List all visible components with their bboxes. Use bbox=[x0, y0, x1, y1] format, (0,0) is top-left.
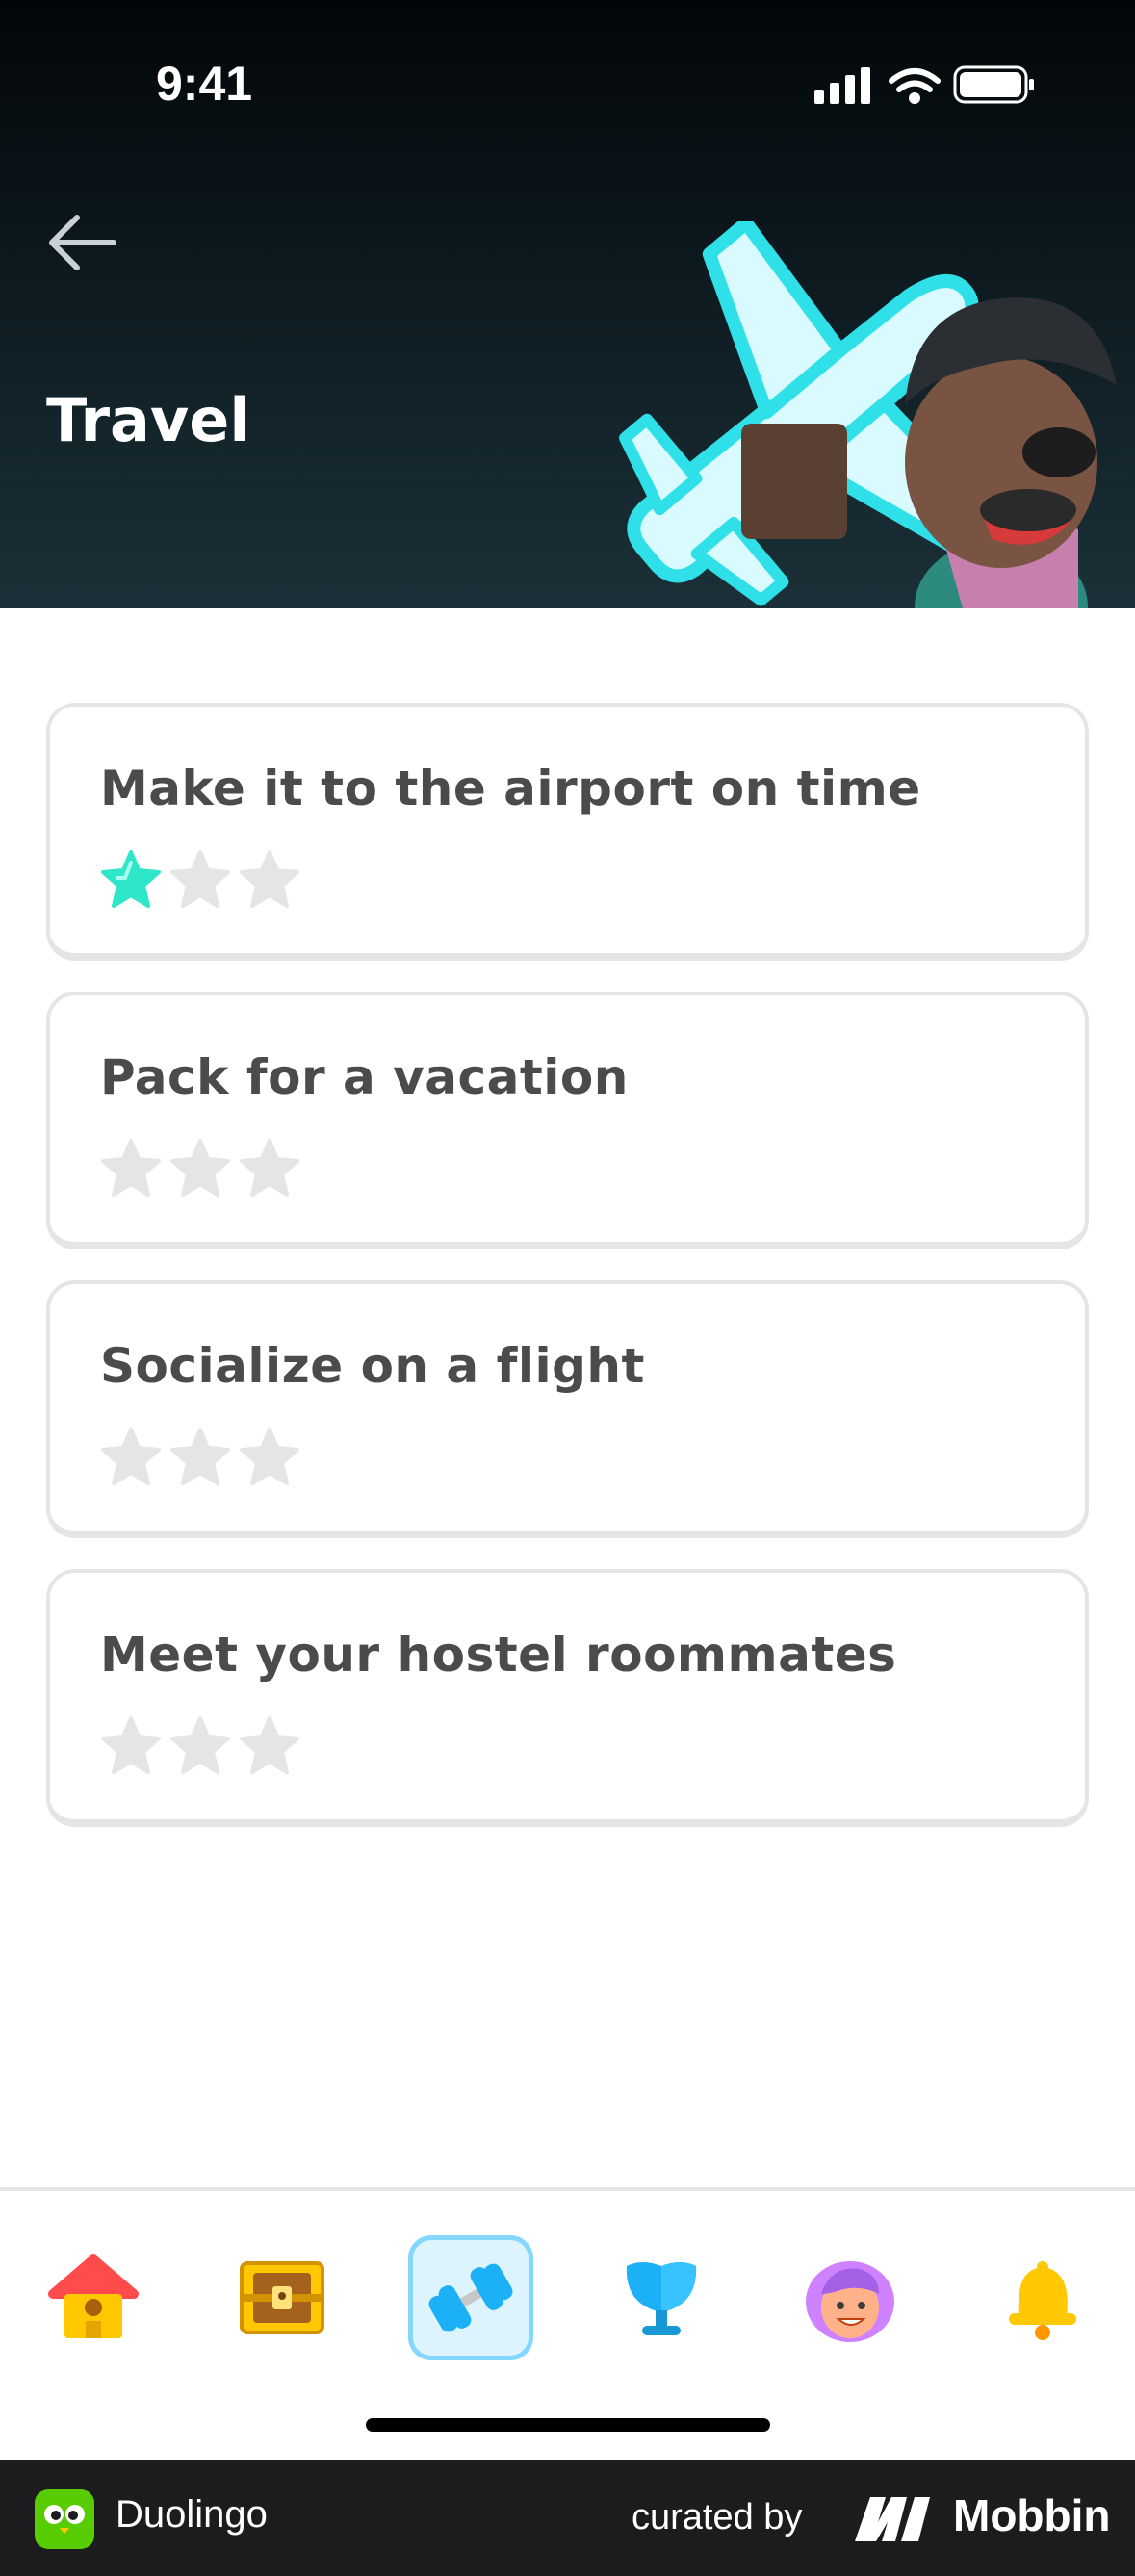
mobbin-logo-icon bbox=[855, 2497, 930, 2541]
star-empty-icon bbox=[170, 850, 230, 908]
star-empty-icon bbox=[240, 1716, 299, 1774]
back-arrow-icon[interactable] bbox=[46, 212, 117, 273]
airplane-character-illustration bbox=[619, 221, 1117, 608]
tab-leaderboard[interactable] bbox=[599, 2235, 724, 2360]
page-title: Travel bbox=[46, 385, 250, 455]
treasure-chest-icon bbox=[240, 2261, 324, 2334]
tab-notifications[interactable] bbox=[980, 2235, 1105, 2360]
trophy-icon bbox=[626, 2262, 697, 2335]
wifi-icon bbox=[889, 68, 941, 104]
dumbbell-icon bbox=[428, 2263, 513, 2332]
bell-icon bbox=[1009, 2261, 1076, 2340]
footer-curated-by: curated by bbox=[632, 2497, 803, 2537]
battery-icon bbox=[953, 65, 1034, 104]
star-empty-icon bbox=[101, 1139, 161, 1197]
star-empty-icon bbox=[240, 850, 299, 908]
topic-list: Make it to the airport on time Pack for … bbox=[46, 703, 1089, 1858]
star-rating bbox=[100, 1427, 300, 1486]
star-empty-icon bbox=[101, 1428, 161, 1485]
signal-icon bbox=[814, 67, 870, 104]
tab-practice[interactable] bbox=[408, 2235, 533, 2360]
tab-chest[interactable] bbox=[219, 2235, 345, 2360]
home-indicator bbox=[366, 2418, 770, 2432]
footer-bar: Duolingo curated by Mobbin bbox=[0, 2460, 1135, 2576]
header: 9:41 Travel bbox=[0, 0, 1135, 608]
topic-card[interactable]: Socialize on a flight bbox=[46, 1280, 1089, 1538]
star-empty-icon bbox=[170, 1428, 230, 1485]
status-time: 9:41 bbox=[156, 57, 253, 111]
star-empty-icon bbox=[101, 1716, 161, 1774]
star-empty-icon bbox=[170, 1716, 230, 1774]
tab-home[interactable] bbox=[31, 2235, 156, 2360]
star-filled-icon bbox=[101, 850, 161, 908]
topic-title: Make it to the airport on time bbox=[100, 760, 921, 816]
topic-card[interactable]: Meet your hostel roommates bbox=[46, 1569, 1089, 1827]
footer-brand: Mobbin bbox=[953, 2490, 1111, 2540]
footer-app-name: Duolingo bbox=[116, 2493, 268, 2536]
home-icon bbox=[48, 2254, 139, 2338]
star-rating bbox=[100, 1715, 300, 1775]
star-empty-icon bbox=[240, 1139, 299, 1197]
profile-avatar-icon bbox=[806, 2261, 894, 2342]
star-empty-icon bbox=[240, 1428, 299, 1485]
topic-title: Socialize on a flight bbox=[100, 1338, 645, 1394]
duolingo-logo-icon bbox=[35, 2489, 94, 2549]
topic-card[interactable]: Make it to the airport on time bbox=[46, 703, 1089, 961]
star-rating bbox=[100, 1138, 300, 1198]
topic-card[interactable]: Pack for a vacation bbox=[46, 992, 1089, 1249]
topic-title: Pack for a vacation bbox=[100, 1049, 629, 1105]
status-icons bbox=[814, 65, 1034, 104]
star-empty-icon bbox=[170, 1139, 230, 1197]
topic-title: Meet your hostel roommates bbox=[100, 1627, 897, 1683]
star-rating bbox=[100, 849, 300, 909]
tab-profile[interactable] bbox=[787, 2235, 913, 2360]
